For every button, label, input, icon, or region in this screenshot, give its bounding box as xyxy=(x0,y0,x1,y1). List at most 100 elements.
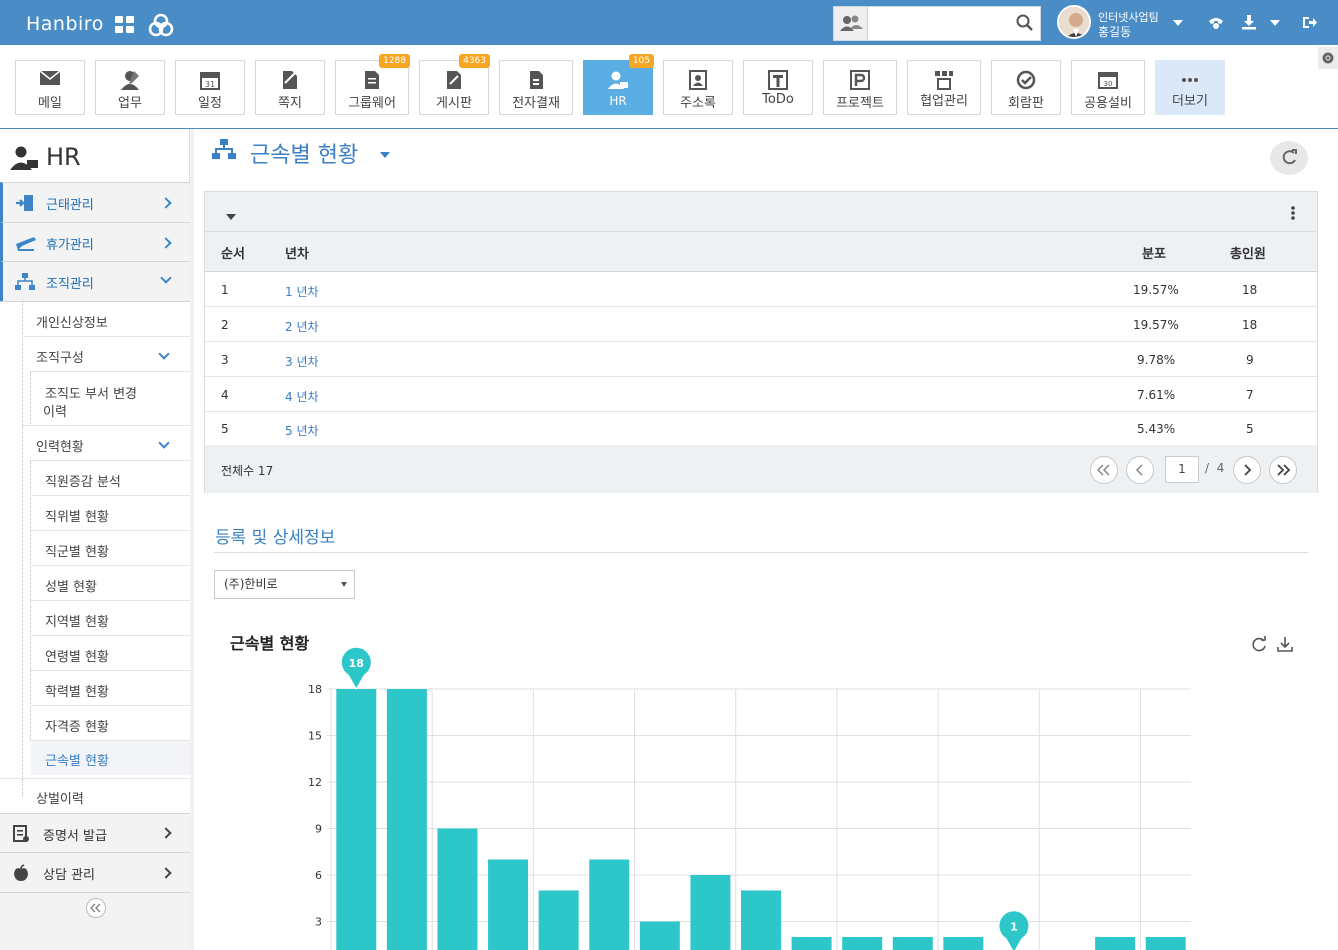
search-icon[interactable] xyxy=(1016,14,1034,32)
app-contacts[interactable]: 주소록 xyxy=(663,60,733,115)
app-label: 메일 xyxy=(38,96,62,111)
refresh-button[interactable] xyxy=(1270,141,1308,175)
cell-years-link[interactable]: 3 년차 xyxy=(285,353,319,370)
prev-page-button[interactable] xyxy=(1126,456,1154,484)
notification-badge: 4363 xyxy=(459,54,490,68)
phone-icon[interactable] xyxy=(1207,15,1225,31)
sidebar-item-by-region[interactable]: 지역별 현황 xyxy=(45,611,109,630)
sidebar-item-by-tenure-active[interactable]: 근속별 현황 xyxy=(31,741,190,775)
certificate-icon xyxy=(13,825,29,842)
sidebar-item-by-education[interactable]: 학력별 현황 xyxy=(45,681,109,700)
first-page-button[interactable] xyxy=(1090,456,1118,484)
app-collab[interactable]: 협업관리 xyxy=(907,60,981,115)
sidebar-item-dept-history-cont[interactable]: 이력 xyxy=(43,401,67,420)
panel-header xyxy=(205,192,1317,232)
tenure-table-panel: 순서 년차 분포 총인원 1 1 년차 19.57% 18 2 2 년차 19.… xyxy=(204,191,1318,493)
app-label: 회람판 xyxy=(1008,96,1044,111)
sidebar-item-by-license[interactable]: 자격증 현황 xyxy=(45,716,109,735)
chart-bar xyxy=(741,890,781,950)
app-groupware[interactable]: 그룹웨어 1288 xyxy=(335,54,410,115)
download-menu-caret-icon[interactable] xyxy=(1270,20,1280,26)
user-name[interactable]: 홍길동 xyxy=(1098,23,1131,40)
apps-grid-icon[interactable] xyxy=(115,16,135,34)
sidebar-item-certificate[interactable]: 증명서 발급 xyxy=(0,813,190,852)
sidebar-item-staff-change[interactable]: 직원증감 분석 xyxy=(45,471,121,490)
brand-logo[interactable]: Hanbiro xyxy=(26,13,104,35)
sidebar-item-by-age[interactable]: 연령별 현황 xyxy=(45,646,109,665)
cell-years-link[interactable]: 5 년차 xyxy=(285,422,319,439)
next-page-button[interactable] xyxy=(1233,456,1261,484)
kebab-menu-icon[interactable] xyxy=(1289,205,1297,221)
header-total[interactable]: 총인원 xyxy=(1230,243,1266,262)
table-row: 2 2 년차 19.57% 18 xyxy=(205,307,1317,342)
app-calendar[interactable]: 31 일정 xyxy=(175,60,245,115)
download-icon[interactable] xyxy=(1241,14,1257,30)
section-title: 등록 및 상세정보 xyxy=(215,528,336,548)
project-icon xyxy=(850,70,870,90)
company-select-value: (주)한비로 xyxy=(224,577,278,591)
logout-icon[interactable] xyxy=(1302,15,1318,30)
page-number-input[interactable]: 1 xyxy=(1165,456,1199,483)
sidebar-collapse-bar xyxy=(0,892,190,950)
cell-order: 1 xyxy=(221,283,229,297)
app-note[interactable]: 쪽지 xyxy=(255,60,325,115)
sidebar-item-dept-history[interactable]: 조직도 부서 변경 xyxy=(45,383,137,402)
search-input[interactable] xyxy=(870,11,1010,35)
user-menu-caret-icon[interactable] xyxy=(1173,20,1183,26)
sidebar-item-by-position[interactable]: 직위별 현황 xyxy=(45,506,109,525)
app-hr[interactable]: HR 105 xyxy=(583,54,654,115)
app-label: 더보기 xyxy=(1172,94,1208,109)
header-order[interactable]: 순서 xyxy=(221,243,245,262)
app-approval[interactable]: 전자결재 xyxy=(499,60,573,115)
people-filter-icon[interactable] xyxy=(834,7,868,40)
app-circular[interactable]: 회람판 xyxy=(991,60,1061,115)
chart-bar xyxy=(892,937,933,950)
chevron-down-icon[interactable] xyxy=(158,437,170,449)
more-icon xyxy=(1182,78,1198,82)
chevron-right-icon xyxy=(1244,464,1252,476)
app-label: 전자결재 xyxy=(512,96,560,111)
page-title[interactable]: 근속별 현황 xyxy=(250,137,358,169)
sidebar-item-counsel[interactable]: 상담 관리 xyxy=(0,852,190,892)
cell-years-link[interactable]: 2 년차 xyxy=(285,318,319,335)
collapse-caret-icon[interactable] xyxy=(226,214,236,220)
sidebar-item-awards[interactable]: 상벌이력 xyxy=(36,788,84,807)
sidebar-item-by-gender[interactable]: 성별 현황 xyxy=(45,576,97,595)
sidebar-item-by-tenure: 근속별 현황 xyxy=(45,754,109,769)
sidebar-item-vacation[interactable]: 휴가관리 xyxy=(0,222,190,261)
sidebar-item-label: 조직관리 xyxy=(46,277,94,292)
sidebar-item-personal-info[interactable]: 개인신상정보 xyxy=(36,312,108,331)
cell-order: 2 xyxy=(221,318,229,332)
sidebar-collapse-button[interactable] xyxy=(86,898,106,918)
circular-icon xyxy=(1016,70,1036,90)
app-task[interactable]: 업무 xyxy=(95,60,165,115)
chart-bar xyxy=(488,859,529,950)
header-distribution[interactable]: 분포 xyxy=(1142,243,1166,262)
org-submenu: 개인신상정보 조직구성 조직도 부서 변경 이력 인력현황 직원증감 분석 직위… xyxy=(0,301,190,779)
app-facility[interactable]: 30 공용설비 xyxy=(1071,60,1145,115)
sidebar-item-organization[interactable]: 조직관리 xyxy=(0,261,190,301)
ring-logo-icon[interactable] xyxy=(148,13,174,37)
sidebar-item-org-structure[interactable]: 조직구성 xyxy=(36,347,84,366)
title-dropdown-caret-icon[interactable] xyxy=(380,152,390,158)
sidebar-item-staffing[interactable]: 인력현황 xyxy=(36,436,84,455)
sidebar-item-attendance[interactable]: 근태관리 xyxy=(0,182,190,222)
settings-gear-icon[interactable] xyxy=(1318,47,1338,69)
svg-text:30: 30 xyxy=(1104,80,1113,88)
app-more[interactable]: 더보기 xyxy=(1155,60,1225,115)
avatar[interactable] xyxy=(1057,5,1091,39)
last-page-button[interactable] xyxy=(1269,456,1297,484)
chevron-down-icon[interactable] xyxy=(158,348,170,360)
company-select[interactable]: (주)한비로 xyxy=(214,570,355,599)
sidebar-item-by-job-group[interactable]: 직군별 현황 xyxy=(45,541,109,560)
cell-years-link[interactable]: 4 년차 xyxy=(285,388,319,405)
app-todo[interactable]: ToDo xyxy=(743,60,813,115)
cell-distribution: 19.57% xyxy=(1133,283,1179,297)
app-board[interactable]: 게시판 4363 xyxy=(419,54,490,115)
app-project[interactable]: 프로젝트 xyxy=(823,60,897,115)
double-chevron-left-icon xyxy=(1096,464,1110,476)
chart-pin-label: 1 xyxy=(1010,921,1018,934)
cell-years-link[interactable]: 1 년차 xyxy=(285,283,319,300)
app-mail[interactable]: 메일 xyxy=(15,60,85,115)
header-years[interactable]: 년차 xyxy=(285,243,309,262)
